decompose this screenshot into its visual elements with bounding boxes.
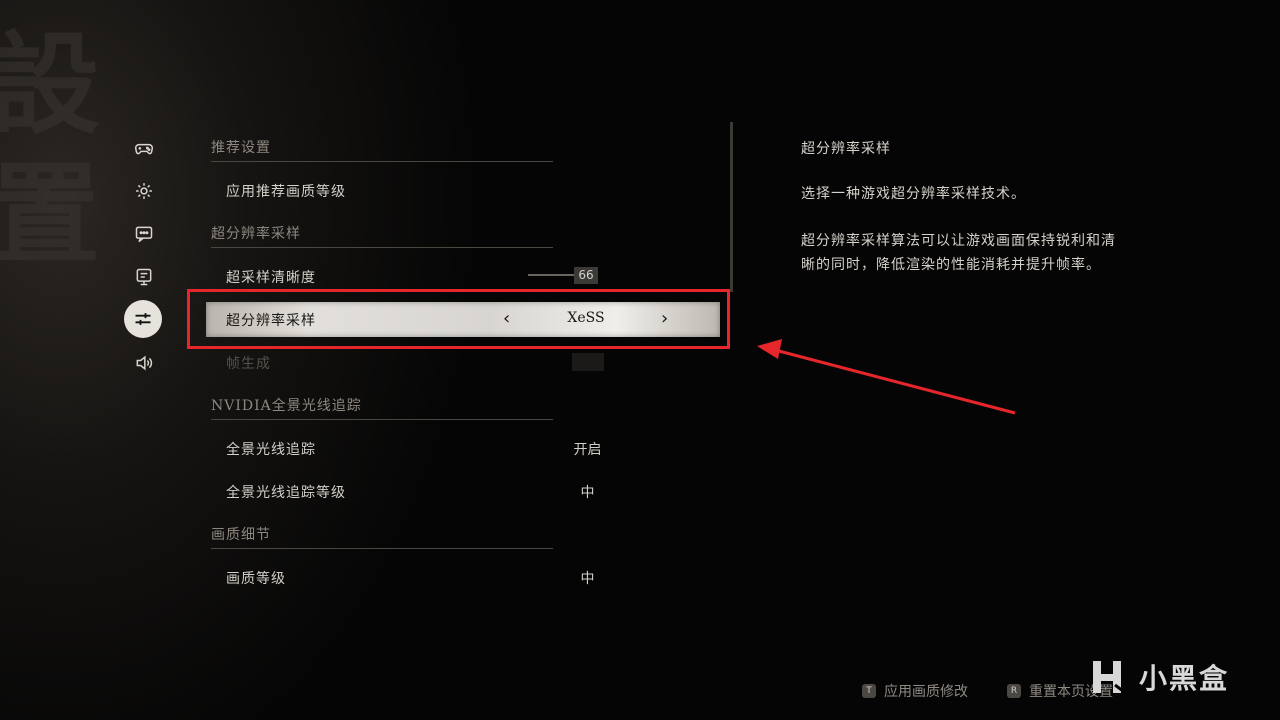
description-title: 超分辨率采样: [801, 141, 891, 157]
raytracing-label[interactable]: 全景光线追踪: [226, 439, 316, 459]
gear-icon[interactable]: [127, 174, 161, 208]
monitor-icon[interactable]: [127, 260, 161, 294]
key-r-icon: R: [1007, 684, 1021, 698]
key-t-icon: T: [862, 684, 876, 698]
section-raytracing: NVIDIA全景光线追踪: [211, 395, 553, 420]
speaker-icon[interactable]: [127, 346, 161, 380]
frame-gen-label[interactable]: 帧生成: [226, 353, 271, 373]
gamepad-icon[interactable]: [127, 131, 161, 165]
quality-level-label[interactable]: 画质等级: [226, 568, 286, 588]
watermark: 小黑盒: [1085, 655, 1229, 699]
apply-changes-hint[interactable]: T 应用画质修改: [862, 681, 968, 701]
scrollbar[interactable]: [730, 122, 733, 292]
upscale-sharpness-value[interactable]: 66: [574, 267, 598, 284]
description-line-3: 晰的同时，降低渲染的性能消耗并提升帧率。: [801, 257, 1101, 273]
upscale-sharpness-slider[interactable]: [528, 274, 574, 276]
apply-changes-label: 应用画质修改: [884, 684, 968, 700]
apply-recommended-button[interactable]: 应用推荐画质等级: [226, 181, 346, 201]
watermark-text: 小黑盒: [1139, 662, 1230, 695]
description-line-2: 超分辨率采样算法可以让游戏画面保持锐利和清: [801, 233, 1116, 249]
sliders-icon[interactable]: [124, 300, 162, 338]
upscale-sharpness-label[interactable]: 超采样清晰度: [226, 267, 316, 287]
raytracing-level-label[interactable]: 全景光线追踪等级: [226, 482, 346, 502]
raytracing-level-value[interactable]: 中: [560, 482, 615, 502]
section-recommended: 推荐设置: [211, 137, 553, 162]
description-line-1: 选择一种游戏超分辨率采样技术。: [801, 186, 1026, 202]
highlight-annotation: [187, 289, 730, 349]
frame-gen-toggle[interactable]: [572, 353, 604, 371]
raytracing-value[interactable]: 开启: [560, 439, 615, 459]
watermark-logo-icon: [1093, 661, 1124, 693]
background-calligraphy: 設置: [0, 20, 100, 279]
chat-icon[interactable]: [127, 217, 161, 251]
section-upscaling: 超分辨率采样: [211, 223, 553, 248]
section-detail: 画质细节: [211, 524, 553, 549]
quality-level-value[interactable]: 中: [560, 568, 615, 588]
